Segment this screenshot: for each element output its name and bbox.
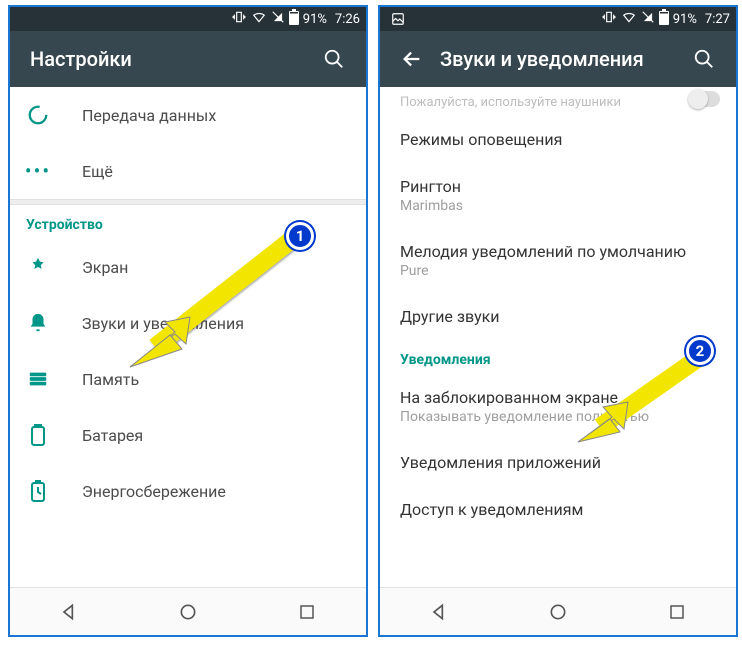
battery-icon <box>659 9 669 29</box>
row-ringtone[interactable]: Рингтон Marimbas <box>380 163 736 228</box>
row-label: Уведомления приложений <box>400 453 716 472</box>
recents-button[interactable] <box>665 600 689 624</box>
row-label: Режимы оповещения <box>400 130 716 149</box>
row-label: Энергосбережение <box>82 482 350 501</box>
navigation-bar <box>10 587 366 635</box>
row-lock-screen[interactable]: На заблокированном экране Показывать уве… <box>380 374 736 439</box>
storage-icon <box>26 367 50 391</box>
battery-percent: 91% <box>673 12 697 27</box>
clock: 7:27 <box>705 12 730 27</box>
annotation-marker-2: 2 <box>686 337 714 365</box>
search-icon <box>693 48 715 70</box>
display-icon <box>26 255 50 279</box>
sound-list: Пожалуйста, используйте наушники Режимы … <box>380 87 736 587</box>
row-more[interactable]: ••• Ещё <box>10 143 366 199</box>
row-memory[interactable]: Память <box>10 351 366 407</box>
annotation-marker-1: 1 <box>286 222 314 250</box>
app-bar: Настройки <box>10 31 366 87</box>
row-label: Передача данных <box>82 106 350 125</box>
bell-icon <box>26 311 50 335</box>
no-sim-icon <box>271 10 285 28</box>
home-button[interactable] <box>176 600 200 624</box>
wifi-icon <box>621 10 637 28</box>
row-default-notif-sound[interactable]: Мелодия уведомлений по умолчанию Pure <box>380 228 736 293</box>
row-alert-modes[interactable]: Режимы оповещения <box>380 116 736 163</box>
clock: 7:26 <box>335 12 360 27</box>
row-data-usage[interactable]: Передача данных <box>10 87 366 143</box>
wifi-icon <box>251 10 267 28</box>
page-title: Настройки <box>30 47 314 71</box>
screenshot-icon <box>390 11 406 27</box>
row-label: Доступ к уведомлениям <box>400 500 716 519</box>
row-label: Ещё <box>82 162 350 181</box>
more-icon: ••• <box>26 159 50 183</box>
vibrate-icon <box>231 10 247 28</box>
battery-percent: 91% <box>303 12 327 27</box>
row-label: Другие звуки <box>400 307 716 326</box>
arrow-back-icon <box>401 48 423 70</box>
row-sound[interactable]: Звуки и уведомления <box>10 295 366 351</box>
vibrate-icon <box>601 10 617 28</box>
navigation-bar <box>380 587 736 635</box>
row-label: Рингтон <box>400 177 716 196</box>
back-button[interactable] <box>427 600 451 624</box>
row-notification-access[interactable]: Доступ к уведомлениям <box>380 486 736 533</box>
app-bar: Звуки и уведомления <box>380 31 736 87</box>
status-bar: 91% 7:26 <box>10 7 366 31</box>
row-value: Pure <box>400 263 716 279</box>
status-bar: 91% 7:27 <box>380 7 736 31</box>
search-button[interactable] <box>684 39 724 79</box>
row-battery[interactable]: Батарея <box>10 407 366 463</box>
switch-disabled <box>690 91 720 107</box>
row-label: Память <box>82 370 350 389</box>
home-button[interactable] <box>546 600 570 624</box>
battery-row-icon <box>26 423 50 447</box>
search-button[interactable] <box>314 39 354 79</box>
up-button[interactable] <box>392 39 432 79</box>
section-notifications: Уведомления <box>380 340 736 374</box>
back-button[interactable] <box>57 600 81 624</box>
row-power-saving[interactable]: Энергосбережение <box>10 463 366 519</box>
row-value: Marimbas <box>400 198 716 214</box>
row-app-notifications[interactable]: Уведомления приложений <box>380 439 736 486</box>
row-other-sounds[interactable]: Другие звуки <box>380 293 736 340</box>
settings-list: Передача данных ••• Ещё Устройство Экран… <box>10 87 366 587</box>
row-display[interactable]: Экран <box>10 239 366 295</box>
recents-button[interactable] <box>295 600 319 624</box>
data-usage-icon <box>26 103 50 127</box>
row-label: На заблокированном экране <box>400 388 716 407</box>
screenshot-sound-settings: 91% 7:27 Звуки и уведомления Пожалуйста,… <box>378 5 738 637</box>
no-sim-icon <box>641 10 655 28</box>
row-label: Звуки и уведомления <box>82 314 350 333</box>
battery-icon <box>289 9 299 29</box>
row-label: Мелодия уведомлений по умолчанию <box>400 242 716 261</box>
row-value: Показывать уведомление полностью <box>400 409 716 425</box>
headphones-hint: Пожалуйста, используйте наушники <box>380 87 736 116</box>
row-label: Экран <box>82 258 350 277</box>
power-saving-icon <box>26 479 50 503</box>
page-title: Звуки и уведомления <box>440 47 684 71</box>
screenshot-settings: 91% 7:26 Настройки Передача данных ••• Е… <box>8 5 368 637</box>
row-label: Батарея <box>82 426 350 445</box>
search-icon <box>323 48 345 70</box>
